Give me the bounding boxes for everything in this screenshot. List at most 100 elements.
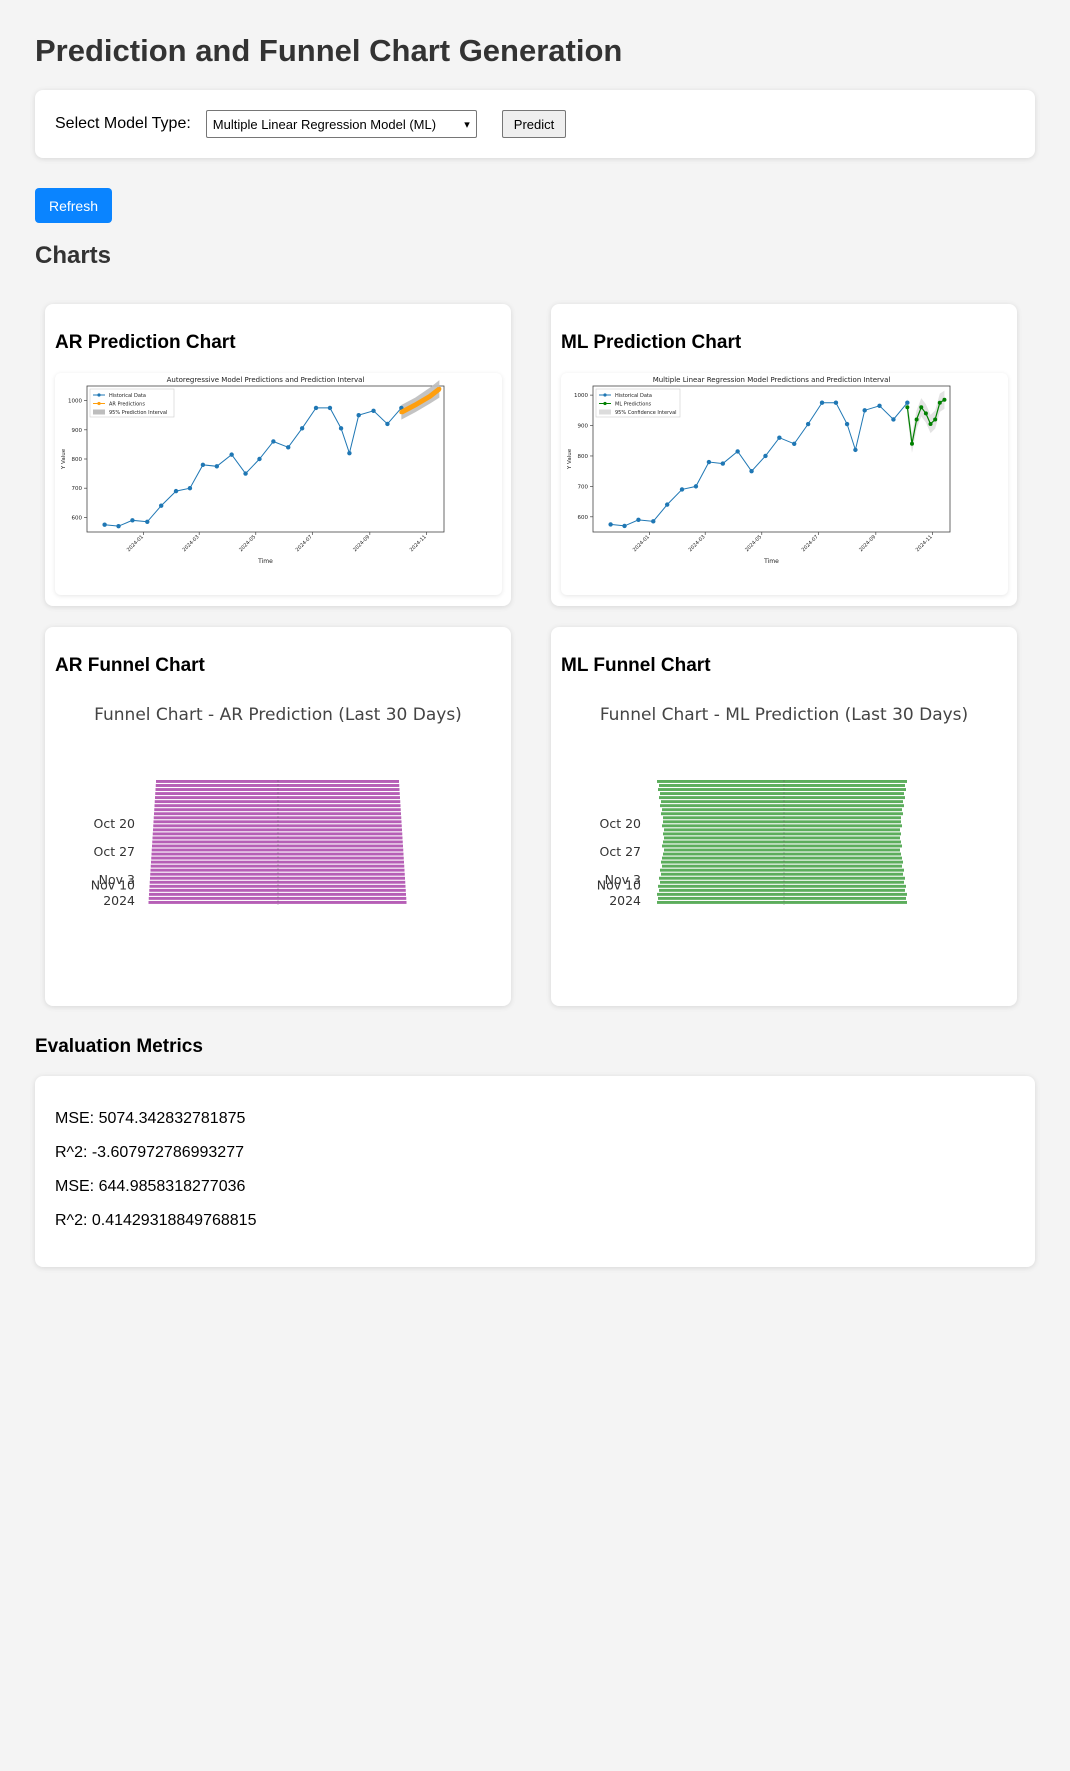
refresh-button[interactable]: Refresh — [35, 188, 112, 223]
prediction-point — [905, 405, 910, 410]
ar-prediction-chart: Autoregressive Model Predictions and Pre… — [55, 373, 502, 595]
page: Prediction and Funnel Chart Generation S… — [0, 0, 1070, 270]
funnel-y-label: Nov 10 — [91, 878, 135, 893]
funnel-bar — [154, 808, 401, 812]
metric-ar-r2: R^2: -3.607972786993277 — [55, 1144, 244, 1161]
funnel-bar — [658, 896, 906, 900]
funnel-bar — [663, 816, 901, 820]
funnel-bar — [151, 860, 404, 864]
legend-label: Historical Data — [109, 393, 146, 399]
funnel-title: Funnel Chart - AR Prediction (Last 30 Da… — [94, 705, 462, 725]
chart-title: Autoregressive Model Predictions and Pre… — [167, 376, 365, 384]
x-tick-label: 2024-09 — [858, 534, 877, 553]
funnel-bar — [152, 832, 403, 836]
funnel-bar — [660, 880, 904, 884]
historical-point — [347, 450, 352, 456]
ml-funnel-chart: Funnel Chart - ML Prediction (Last 30 Da… — [561, 677, 1007, 997]
historical-point — [385, 421, 390, 427]
funnel-bar — [152, 844, 403, 848]
y-tick-label: 1000 — [574, 393, 588, 399]
funnel-bar — [664, 828, 900, 832]
funnel-bar — [662, 844, 902, 848]
prediction-point — [933, 417, 938, 422]
legend-label: Historical Data — [615, 393, 652, 399]
metrics-panel: MSE: 5074.342832781875 R^2: -3.607972786… — [35, 1076, 1035, 1267]
funnel-bar — [661, 812, 903, 816]
prediction-point — [914, 417, 919, 422]
funnel-bar — [153, 828, 402, 832]
historical-point — [905, 400, 910, 405]
x-tick-label: 2024-05 — [744, 534, 763, 553]
historical-point — [777, 435, 782, 440]
funnel-bar — [660, 792, 904, 796]
funnel-bar — [663, 820, 901, 824]
historical-point — [145, 519, 150, 524]
legend-label: 95% Prediction Interval — [109, 410, 167, 416]
y-tick-label: 1000 — [68, 399, 82, 405]
x-tick-label: 2024-03 — [688, 534, 707, 553]
funnel-bar — [153, 824, 402, 828]
legend-label: ML Predictions — [615, 402, 652, 408]
funnel-bar — [149, 892, 406, 896]
historical-point — [214, 464, 220, 469]
funnel-bar — [149, 880, 406, 884]
ml-funnel-plot: Funnel Chart - ML Prediction (Last 30 Da… — [597, 705, 968, 908]
funnel-bar — [663, 852, 901, 856]
funnel-bar — [659, 888, 905, 892]
metric-ar-mse: MSE: 5074.342832781875 — [55, 1110, 246, 1127]
y-tick-label: 900 — [72, 428, 83, 434]
model-type-select[interactable]: Multiple Linear Regression Model (ML) ▾ — [205, 110, 477, 138]
funnel-bar — [152, 836, 403, 840]
historical-point — [327, 405, 333, 411]
funnel-bar — [662, 824, 902, 828]
funnel-bar — [659, 876, 905, 880]
historical-point — [679, 487, 685, 492]
legend-label: 95% Confidence Interval — [615, 410, 677, 416]
funnel-bar — [155, 788, 400, 791]
predict-button[interactable]: Predict — [501, 110, 567, 138]
x-tick-label: 2024-07 — [801, 534, 820, 553]
historical-point — [844, 421, 850, 427]
prediction-point — [919, 405, 924, 410]
funnel-bar — [657, 900, 907, 904]
funnel-bar — [659, 796, 905, 800]
historical-point — [299, 426, 305, 431]
legend-swatch — [599, 409, 611, 415]
y-axis-label: Y Value — [567, 448, 573, 470]
funnel-bar — [658, 788, 906, 791]
funnel-y-label: Nov 10 — [597, 878, 641, 893]
historical-point — [636, 517, 641, 523]
y-tick-label: 800 — [72, 457, 83, 463]
y-tick-label: 800 — [578, 454, 589, 460]
y-tick-label: 600 — [72, 515, 83, 521]
funnel-y-label: 2024 — [103, 893, 135, 908]
legend-marker — [603, 401, 607, 406]
historical-point — [229, 452, 234, 457]
funnel-bar — [152, 840, 403, 844]
historical-point — [853, 447, 858, 453]
historical-point — [271, 439, 276, 444]
prediction-point — [399, 410, 404, 415]
historical-point — [371, 408, 376, 414]
historical-point — [608, 522, 613, 527]
historical-point — [187, 486, 193, 491]
historical-point — [833, 400, 839, 405]
metric-ml-mse: MSE: 644.9858318277036 — [55, 1178, 246, 1195]
y-tick-label: 700 — [578, 484, 589, 490]
historical-point — [286, 445, 291, 450]
charts-section-title: Charts — [35, 242, 112, 269]
prediction-point — [428, 394, 433, 399]
y-tick-label: 900 — [578, 424, 589, 430]
historical-point — [792, 441, 797, 446]
page-title: Prediction and Funnel Chart Generation — [35, 33, 623, 68]
funnel-bar — [664, 848, 900, 852]
y-tick-label: 700 — [72, 486, 83, 492]
historical-point — [891, 417, 896, 422]
funnel-bar — [663, 840, 901, 844]
legend-marker — [97, 393, 101, 397]
funnel-bar — [151, 856, 404, 860]
funnel-bar — [151, 852, 404, 856]
historical-point — [102, 522, 107, 527]
historical-point — [862, 408, 867, 413]
ml-funnel-title: ML Funnel Chart — [561, 655, 711, 676]
